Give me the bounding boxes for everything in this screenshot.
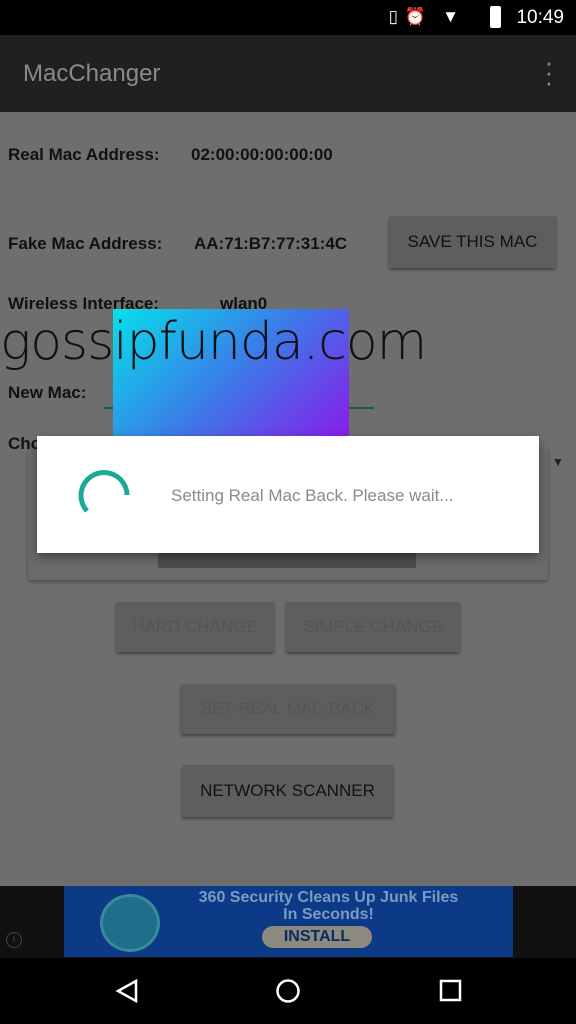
simple-change-button[interactable]: SIMPLE CHANGE [286, 602, 460, 652]
change-button-shadow [158, 553, 416, 568]
app-bar: MacChanger · · · [0, 35, 576, 112]
ad-install-button[interactable]: INSTALL [262, 926, 372, 948]
alarm-icon: ⏰ [404, 7, 426, 26]
ad-line1: 360 Security Cleans Up Junk Files [198, 889, 459, 906]
dropdown-arrow-icon[interactable]: ▼ [552, 455, 564, 469]
more-vert-icon[interactable]: · · · [544, 49, 554, 95]
loading-spinner-icon [78, 470, 130, 513]
clock: 10:49 [516, 7, 564, 28]
real-mac-label: Real Mac Address: [8, 145, 160, 164]
fake-mac-label: Fake Mac Address: [8, 234, 163, 253]
home-icon[interactable] [275, 978, 301, 1004]
security-logo-icon [100, 894, 160, 952]
ad-banner[interactable]: 360 Security Cleans Up Junk Files In Sec… [64, 886, 513, 957]
progress-dialog: Setting Real Mac Back. Please wait... [37, 436, 539, 553]
wifi-icon: ▼ [442, 7, 459, 26]
set-real-mac-back-button[interactable]: SET REAL MAC BACK [181, 684, 395, 734]
status-bar: ▯ ⏰ ▼ 10:49 [0, 0, 576, 35]
app-title: MacChanger [23, 60, 161, 87]
battery-icon [490, 6, 501, 28]
ad-line2: In Seconds! [283, 906, 374, 923]
recents-icon[interactable] [438, 978, 464, 1004]
new-mac-label: New Mac: [8, 383, 87, 402]
watermark-text: gossipfunda.com [0, 312, 427, 372]
network-scanner-button[interactable]: NETWORK SCANNER [182, 765, 393, 817]
ad-info-icon[interactable]: i [6, 932, 22, 948]
vibrate-icon: ▯ [388, 7, 398, 26]
nav-bar [0, 958, 576, 1024]
back-icon[interactable] [114, 978, 140, 1004]
hard-change-button[interactable]: HARD CHANGE [116, 602, 274, 652]
real-mac-value: 02:00:00:00:00:00 [191, 145, 333, 164]
fake-mac-value: AA:71:B7:77:31:4C [194, 234, 348, 253]
save-mac-button[interactable]: SAVE THIS MAC [389, 216, 556, 268]
dialog-message: Setting Real Mac Back. Please wait... [171, 486, 454, 505]
